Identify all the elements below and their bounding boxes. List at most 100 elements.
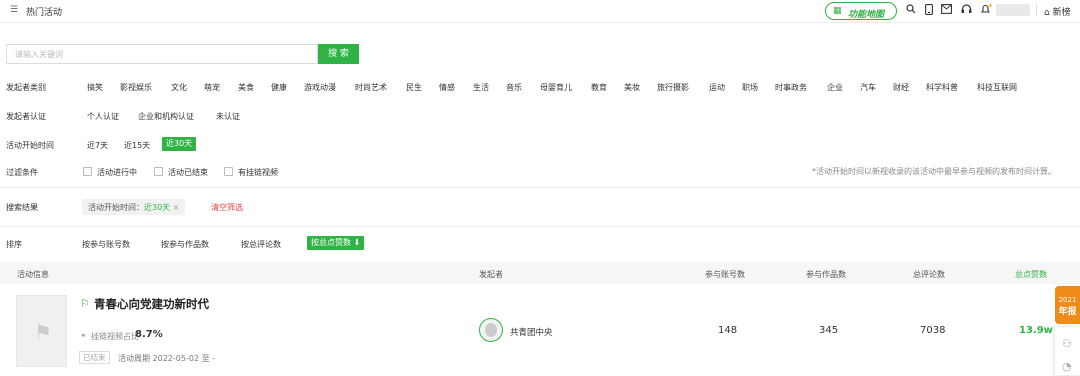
category-option[interactable]: 财经 xyxy=(893,82,909,93)
divider xyxy=(0,22,1080,23)
sort-option[interactable]: 按参与作品数 xyxy=(161,239,209,250)
filter-chip[interactable]: 活动开始时间：近30天 × xyxy=(82,199,186,215)
top-bar: ☰ 热门活动 ▦ 功能地图 ⌂ 新榜 xyxy=(0,0,1080,22)
link-ratio-value: 8.7% xyxy=(135,329,163,340)
page-title: 热门活动 xyxy=(26,8,63,18)
user-avatar[interactable] xyxy=(996,4,1030,16)
feature-map-label: 功能地图 xyxy=(848,10,885,20)
checkbox[interactable] xyxy=(83,167,92,176)
category-option[interactable]: 美妆 xyxy=(624,82,640,93)
category-option[interactable]: 萌宠 xyxy=(204,82,220,93)
category-option[interactable]: 企业 xyxy=(827,82,843,93)
cert-option[interactable]: 企业和机构认证 xyxy=(138,111,194,122)
mobile-icon[interactable] xyxy=(925,4,933,18)
condition-label: 过滤条件 xyxy=(6,168,38,177)
cert-option[interactable]: 个人认证 xyxy=(87,111,119,122)
category-option[interactable]: 教育 xyxy=(591,82,607,93)
category-option[interactable]: 汽车 xyxy=(860,82,876,93)
category-option[interactable]: 科技互联网 xyxy=(977,82,1017,93)
comments-count: 7038 xyxy=(920,325,946,336)
activity-title[interactable]: 青春心向党建功新时代 xyxy=(94,296,209,312)
search-button[interactable]: 搜 索 xyxy=(318,44,359,64)
time-option-selected[interactable]: 近30天 xyxy=(162,137,197,151)
likes-count: 13.9w xyxy=(1019,325,1053,336)
sort-option[interactable]: 按参与账号数 xyxy=(82,239,130,250)
chip-prefix: 活动开始时间： xyxy=(88,203,144,212)
avatar[interactable] xyxy=(479,318,503,342)
cert-label: 发起者认证 xyxy=(6,112,46,121)
category-option[interactable]: 情感 xyxy=(439,82,455,93)
column-header[interactable]: 总评论数 xyxy=(913,269,945,280)
activity-thumbnail[interactable]: ⚑ xyxy=(16,295,67,367)
help-icon[interactable]: ◔ xyxy=(1062,360,1072,373)
link-icon: ⚭ xyxy=(80,331,87,340)
community-icon[interactable]: ⚇ xyxy=(1062,337,1072,350)
side-toolbar: ⚇ ◔ xyxy=(1054,326,1080,376)
works-count: 345 xyxy=(819,325,839,336)
sort-label: 排序 xyxy=(6,240,22,249)
category-option[interactable]: 时事政务 xyxy=(775,82,807,93)
results-label: 搜索结果 xyxy=(6,203,38,212)
sort-option-active[interactable]: 按总点赞数 ⬇ xyxy=(307,236,365,250)
category-label: 发起者类别 xyxy=(6,83,46,92)
time-label: 活动开始时间 xyxy=(6,141,54,150)
annual-report-badge[interactable]: 2021 年报 xyxy=(1055,286,1080,324)
condition-option[interactable]: 活动进行中 xyxy=(97,167,137,178)
category-option[interactable]: 科学科普 xyxy=(926,82,958,93)
search-input-wrap xyxy=(6,44,318,64)
divider xyxy=(0,226,1080,227)
category-option[interactable]: 美食 xyxy=(238,82,254,93)
category-option[interactable]: 母婴育儿 xyxy=(540,82,572,93)
person-icon xyxy=(485,323,497,337)
sort-option[interactable]: 按总评论数 xyxy=(241,239,281,250)
divider xyxy=(1036,4,1037,16)
column-header[interactable]: 参与作品数 xyxy=(806,269,846,280)
column-header[interactable]: 总点赞数 xyxy=(1015,269,1047,280)
table-header: 活动信息 发起者 参与账号数 参与作品数 总评论数 总点赞数 xyxy=(0,262,1080,284)
category-option[interactable]: 健康 xyxy=(271,82,287,93)
time-option[interactable]: 近7天 xyxy=(87,140,108,151)
condition-option[interactable]: 活动已结束 xyxy=(168,167,208,178)
status-badge: 已结束 xyxy=(79,351,110,364)
chip-value: 近30天 xyxy=(144,203,171,212)
accounts-count: 148 xyxy=(718,325,738,336)
search-input[interactable] xyxy=(15,50,309,59)
search-icon[interactable] xyxy=(906,4,916,17)
home-link[interactable]: ⌂ 新榜 xyxy=(1044,5,1071,18)
checkbox[interactable] xyxy=(224,167,233,176)
time-option[interactable]: 近15天 xyxy=(124,140,150,151)
checkbox[interactable] xyxy=(154,167,163,176)
divider xyxy=(0,187,1080,188)
menu-icon[interactable]: ☰ xyxy=(10,6,19,15)
category-option[interactable]: 游戏动漫 xyxy=(304,82,336,93)
message-icon[interactable] xyxy=(941,4,952,17)
column-header: 活动信息 xyxy=(17,270,49,279)
category-option[interactable]: 民生 xyxy=(406,82,422,93)
column-header[interactable]: 参与账号数 xyxy=(705,269,745,280)
home-label: 新榜 xyxy=(1052,8,1071,18)
flag-icon: ⚑ xyxy=(34,320,52,344)
badge-text: 年报 xyxy=(1058,307,1077,317)
category-option[interactable]: 职场 xyxy=(742,82,758,93)
cert-option[interactable]: 未认证 xyxy=(216,111,240,122)
column-header: 发起者 xyxy=(479,270,503,279)
headset-icon[interactable] xyxy=(961,4,972,17)
organizer-name[interactable]: 共青团中央 xyxy=(510,326,553,338)
category-option[interactable]: 旅行摄影 xyxy=(657,82,689,93)
bell-icon[interactable] xyxy=(980,4,992,18)
condition-option[interactable]: 有挂链视频 xyxy=(238,167,278,178)
category-option[interactable]: 搞笑 xyxy=(87,82,103,93)
category-option[interactable]: 时尚艺术 xyxy=(355,82,387,93)
category-option[interactable]: 运动 xyxy=(709,82,725,93)
clear-filters-link[interactable]: 清空筛选 xyxy=(211,202,243,213)
close-icon[interactable]: × xyxy=(173,203,180,212)
link-ratio-label: 挂链视频占比 xyxy=(91,332,139,341)
feature-map-button[interactable]: ▦ 功能地图 xyxy=(825,2,897,20)
category-option[interactable]: 影视娱乐 xyxy=(120,82,152,93)
time-note: *活动开始时间以新视收录的该活动中最早参与视频的发布时间计算。 xyxy=(812,167,1056,176)
category-option[interactable]: 生活 xyxy=(473,82,489,93)
category-option[interactable]: 文化 xyxy=(171,82,187,93)
flag-icon: ⚐ xyxy=(80,297,90,310)
badge-year: 2021 xyxy=(1058,296,1077,304)
category-option[interactable]: 音乐 xyxy=(506,82,522,93)
